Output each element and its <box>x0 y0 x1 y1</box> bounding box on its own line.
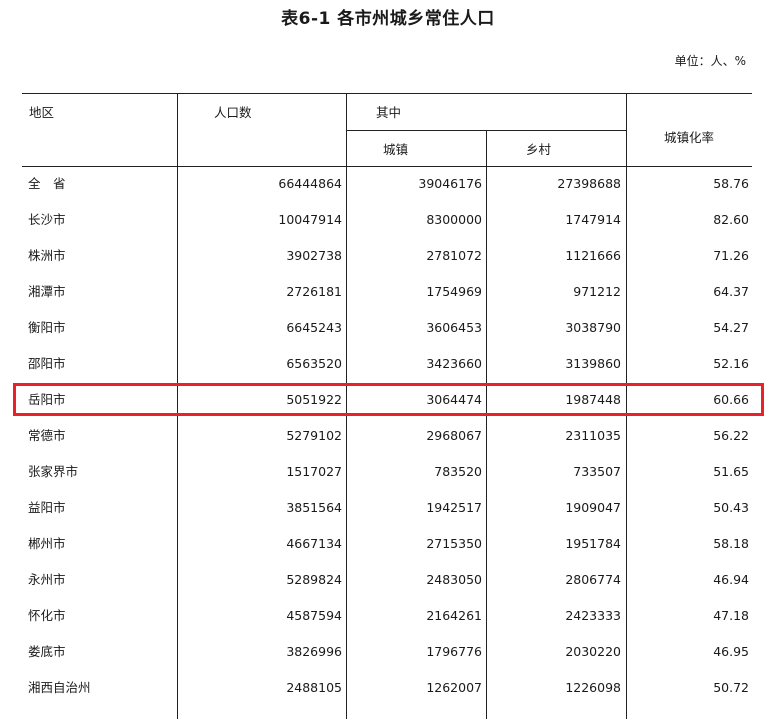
row-rate: 46.94 <box>713 572 749 587</box>
table-row: 湘西自治州 2488105 1262007 1226098 50.72 <box>22 670 752 706</box>
row-rate: 56.22 <box>713 428 749 443</box>
row-rate: 58.76 <box>713 176 749 191</box>
table-row: 邵阳市 6563520 3423660 3139860 52.16 <box>22 346 752 382</box>
row-rate: 46.95 <box>713 644 749 659</box>
row-rate: 51.65 <box>713 464 749 479</box>
header-population: 人口数 <box>214 105 252 120</box>
table-top-rule <box>22 93 752 94</box>
header-divider-3 <box>486 130 487 166</box>
row-rate: 64.37 <box>713 284 749 299</box>
table-row: 郴州市 4667134 2715350 1951784 58.18 <box>22 526 752 562</box>
header-urban: 城镇 <box>383 142 409 157</box>
table-row: 常德市 5279102 2968067 2311035 56.22 <box>22 418 752 454</box>
header-divider-4 <box>626 93 627 166</box>
header-divider-1 <box>177 93 178 166</box>
row-rate: 50.43 <box>713 500 749 515</box>
table-title: 表6-1 各市州城乡常住人口 <box>281 9 495 29</box>
row-rate: 54.27 <box>713 320 749 335</box>
header-region: 地区 <box>29 105 55 120</box>
highlight-box <box>13 383 764 416</box>
table-row: 株洲市 3902738 2781072 1121666 71.26 <box>22 238 752 274</box>
header-of-which: 其中 <box>376 105 402 120</box>
table-row: 衡阳市 6645243 3606453 3038790 54.27 <box>22 310 752 346</box>
row-rate: 52.16 <box>713 356 749 371</box>
header-rural: 乡村 <box>526 142 552 157</box>
table-row: 湘潭市 2726181 1754969 971212 64.37 <box>22 274 752 310</box>
row-rate: 71.26 <box>713 248 749 263</box>
row-rate: 47.18 <box>713 608 749 623</box>
row-rate: 50.72 <box>713 680 749 695</box>
row-rate: 58.18 <box>713 536 749 551</box>
table-row: 全 省 66444864 39046176 27398688 58.76 <box>22 166 752 202</box>
table-row: 永州市 5289824 2483050 2806774 46.94 <box>22 562 752 598</box>
header-divider-2 <box>346 93 347 166</box>
row-rate: 82.60 <box>713 212 749 227</box>
table-row: 娄底市 3826996 1796776 2030220 46.95 <box>22 634 752 670</box>
table-row: 益阳市 3851564 1942517 1909047 50.43 <box>22 490 752 526</box>
table-row: 张家界市 1517027 783520 733507 51.65 <box>22 454 752 490</box>
header-urbanization-rate: 城镇化率 <box>664 130 715 145</box>
table-row: 长沙市 10047914 8300000 1747914 82.60 <box>22 202 752 238</box>
unit-note: 单位：人、% <box>674 54 746 68</box>
table-row: 怀化市 4587594 2164261 2423333 47.18 <box>22 598 752 634</box>
